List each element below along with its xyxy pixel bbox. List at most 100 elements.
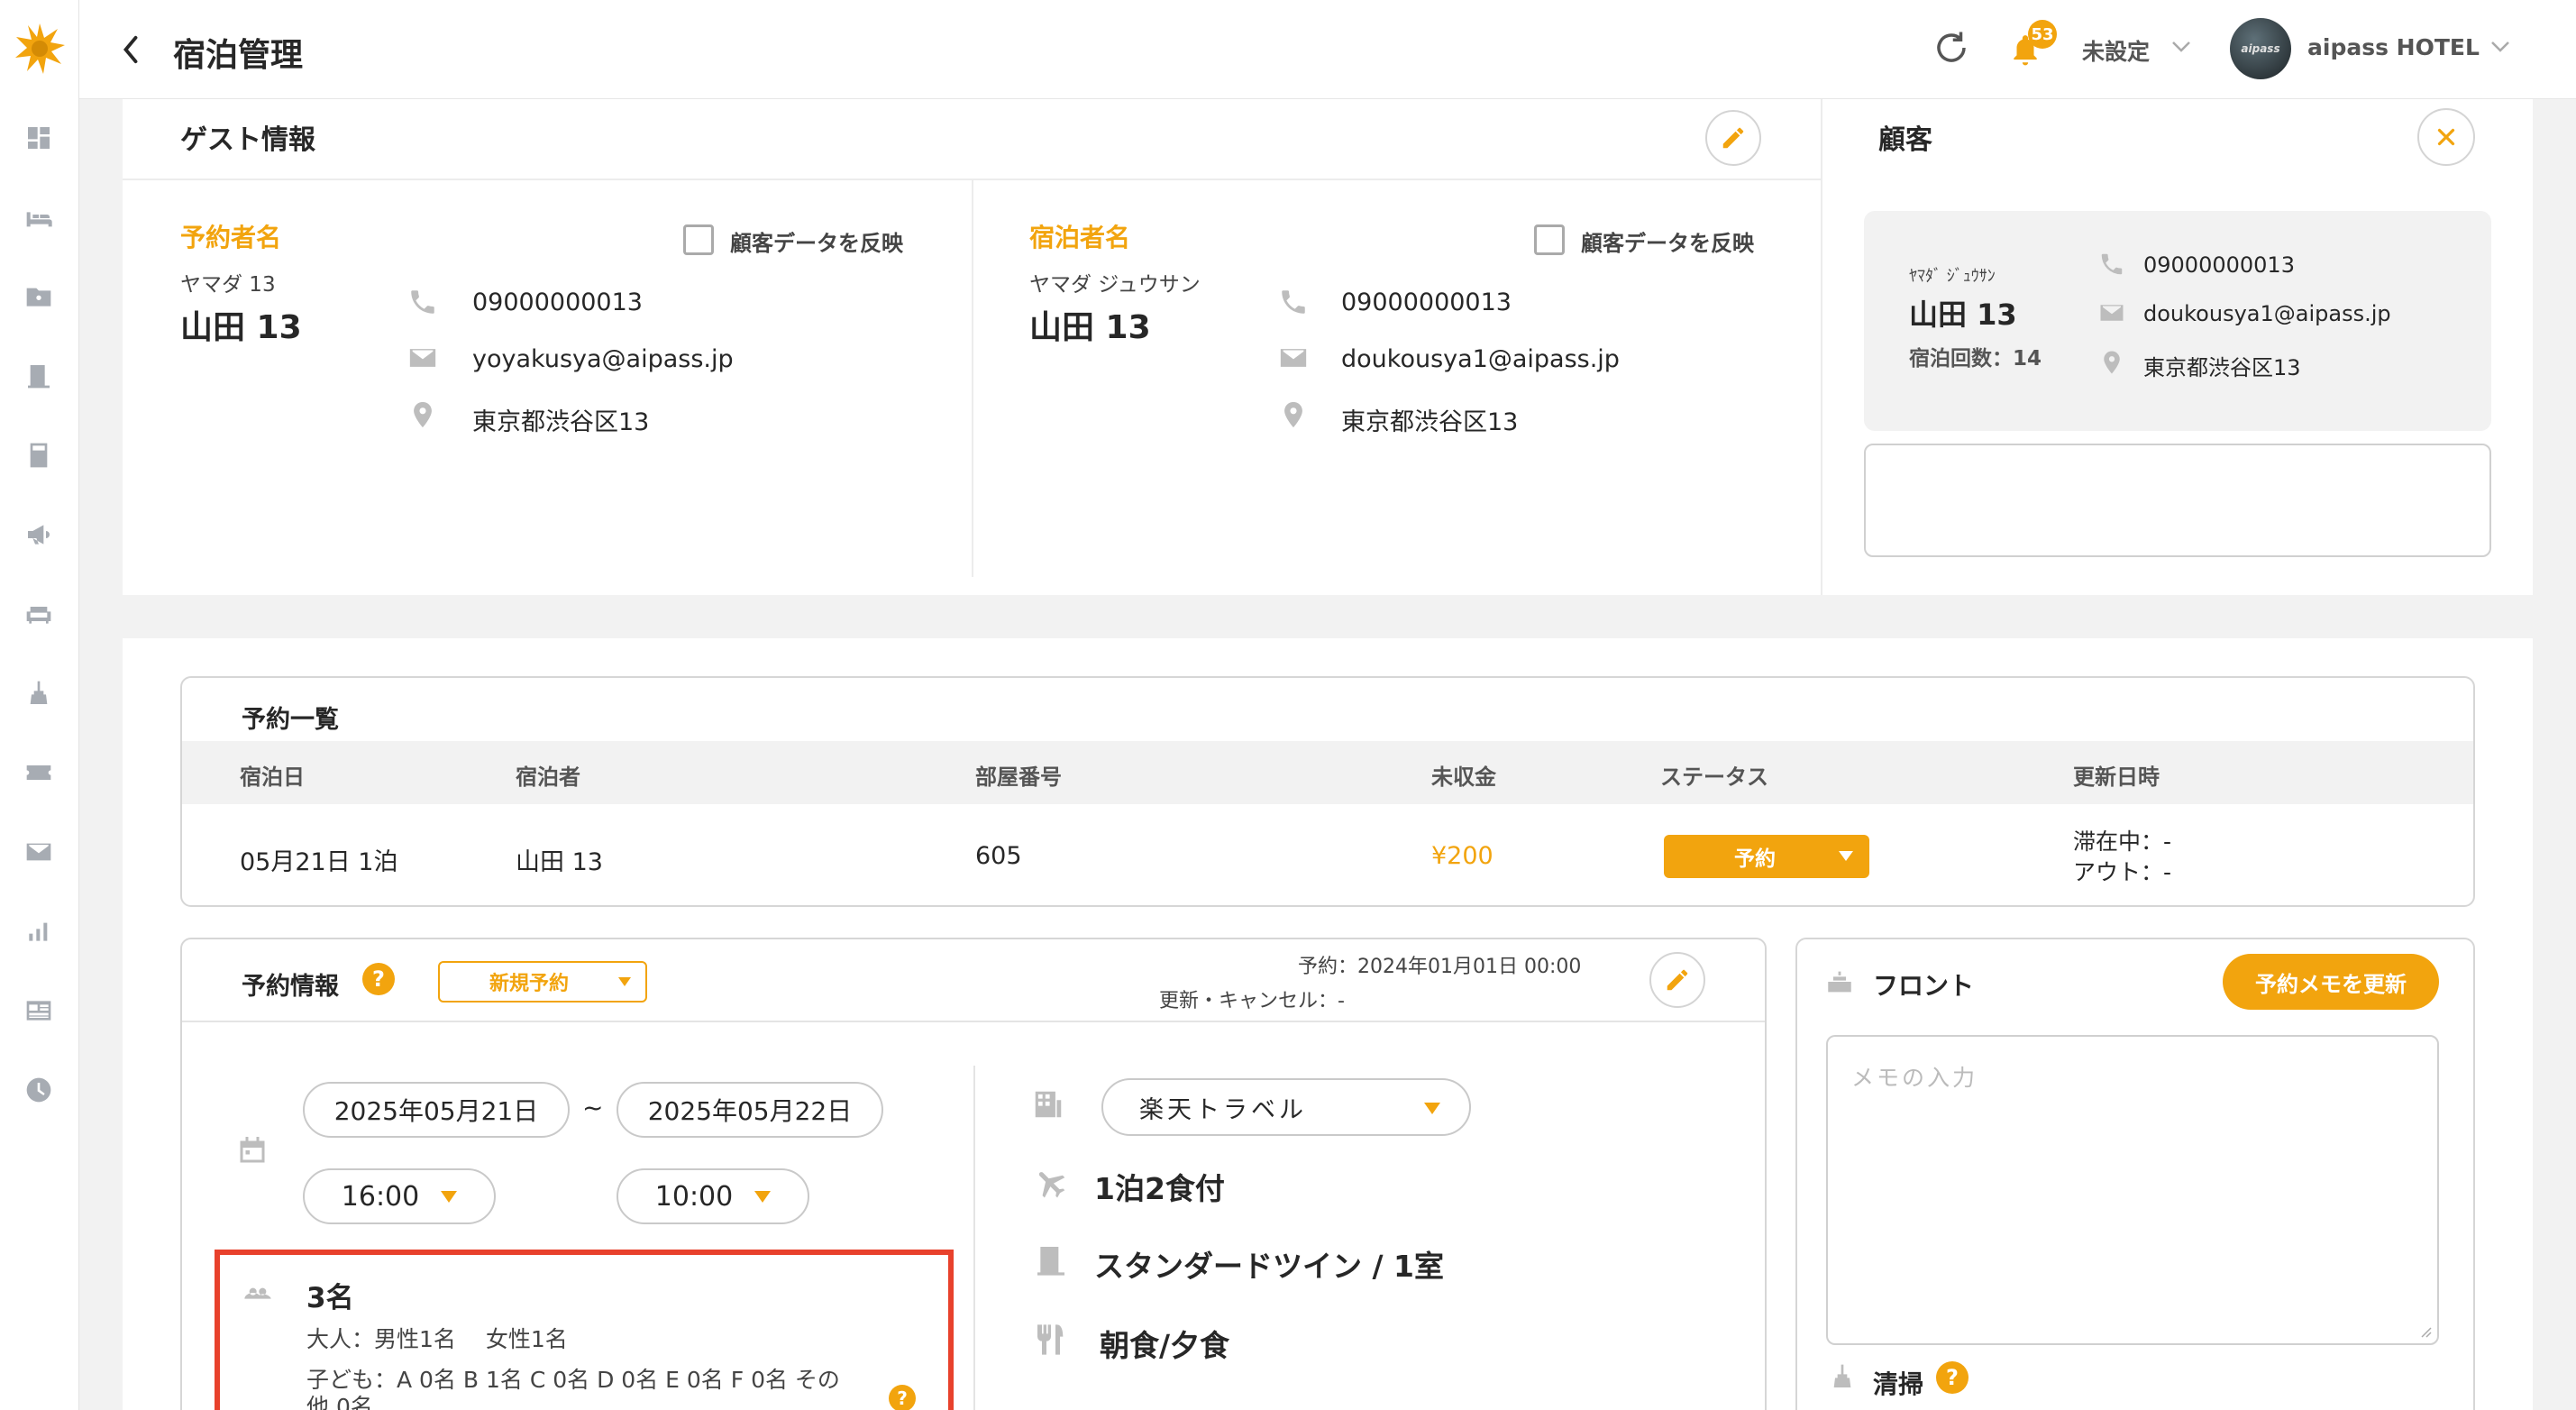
booker-guest-divider [972,180,973,577]
calculator-icon[interactable] [23,440,54,471]
table-row[interactable]: 05月21日 1泊 山田 13 605 ¥200 予約 滞在中：- アウト：- [182,804,2473,905]
dashboard-icon[interactable] [23,123,54,153]
customer-panel-divider [1821,99,1822,595]
checkout-date-picker[interactable]: 2025年05月22日 [617,1082,883,1138]
front-title: フロント [1873,971,1975,1001]
row-checkin-status: 滞在中：- [2073,829,2172,855]
booker-email: yoyakusya@aipass.jp [472,345,734,373]
caret-down-icon [618,977,631,986]
booker-kana: ヤマダ 13 [180,273,276,297]
reservation-info-header-divider [182,1021,1765,1022]
booker-reflect-checkbox[interactable] [683,224,714,255]
help-icon[interactable]: ? [1936,1361,1969,1394]
booker-phone: 09000000013 [472,288,643,316]
notification-badge: 53 [2028,20,2057,49]
bar-chart-icon[interactable] [23,916,54,947]
reservation-list-panel: 予約一覧 宿泊日 宿泊者 部屋番号 未収金 ステータス 更新日時 05月21日 … [180,676,2475,907]
mail-icon [407,343,438,373]
customer-name: 山田 13 [1909,298,2017,332]
guest-reflect-checkbox[interactable] [1534,224,1565,255]
memo-textarea[interactable]: メモの入力 [1826,1035,2439,1345]
cleaning-icon [1828,1361,1857,1392]
setting-dropdown[interactable]: 未設定 [2082,34,2150,67]
chevron-down-icon[interactable] [2489,40,2511,58]
date-range-separator: ~ [582,1093,604,1122]
people-icon [240,1275,276,1304]
reservation-info-panel: 予約情報 ? 新規予約 予約：2024年01月01日 00:00 更新・キャンセ… [180,938,1767,1410]
memo-placeholder: メモの入力 [1851,1065,1978,1091]
help-icon[interactable]: ? [889,1385,916,1410]
guest-info-card: ゲスト情報 予約者名 顧客データを反映 ヤマダ 13 山田 13 0900000… [123,99,2533,595]
guest-folder-icon[interactable] [23,281,54,312]
phone-icon [2098,251,2125,278]
row-checkout-status: アウト：- [2073,859,2172,885]
guest-kana: ヤマダ ジュウサン [1029,273,1201,297]
sidebar [0,0,79,1410]
status-select[interactable]: 予約 [1664,835,1869,878]
chevron-down-icon[interactable] [2170,40,2192,58]
reservation-list-title: 予約一覧 [242,706,339,734]
hotel-avatar[interactable]: aipass [2230,18,2291,79]
caret-down-icon [441,1190,458,1203]
news-icon[interactable] [23,995,54,1026]
mail-icon[interactable] [23,837,54,867]
guest-address: 東京都渋谷区13 [1341,408,1519,436]
column-header: 宿泊者 [516,765,580,790]
bed-icon[interactable] [23,203,54,233]
guest-name: 山田 13 [1029,309,1151,346]
column-header: 更新日時 [2073,765,2160,790]
hotel-name[interactable]: aipass HOTEL [2307,34,2480,60]
meal-type: 朝食/夕食 [1100,1328,1230,1363]
phone-icon [407,287,438,317]
close-customer-button[interactable] [2417,108,2475,166]
edit-guest-button[interactable] [1705,110,1761,166]
back-arrow-icon[interactable] [121,32,148,67]
adult-breakdown: 大人：男性1名 女性1名 [306,1326,568,1352]
logo-icon[interactable] [13,22,67,76]
front-desk-icon [1824,966,1855,997]
booker-address: 東京都渋谷区13 [472,408,650,436]
guest-email: doukousya1@aipass.jp [1341,345,1620,373]
megaphone-icon[interactable] [23,519,54,550]
reservation-type-select[interactable]: 新規予約 [438,961,647,1003]
page-title: 宿泊管理 [173,37,304,74]
reservation-type-label: 新規予約 [489,973,569,995]
column-header: ステータス [1660,765,1768,790]
refresh-icon[interactable] [1932,29,1970,67]
checkin-time-select[interactable]: 16:00 [303,1168,496,1224]
row-guest: 山田 13 [516,848,603,876]
checkout-time-select[interactable]: 10:00 [617,1168,809,1224]
column-header: 未収金 [1431,765,1496,790]
caret-down-icon [1424,1103,1440,1114]
customer-summary-box[interactable]: ﾔﾏﾀﾞ ｼﾞｭｳｻﾝ 山田 13 宿泊回数：14 09000000013 do… [1864,211,2491,431]
building-icon [1031,1087,1065,1122]
channel-select[interactable]: 楽天トラベル [1101,1078,1471,1136]
row-unpaid: ¥200 [1431,842,1494,870]
child-breakdown: 子ども：A 0名 B 1名 C 0名 D 0名 E 0名 F 0名 その他 0名 [306,1367,840,1410]
reservation-card: 予約一覧 宿泊日 宿泊者 部屋番号 未収金 ステータス 更新日時 05月21日 … [123,638,2533,1410]
resize-handle-icon[interactable] [2417,1323,2432,1338]
guest-phone: 09000000013 [1341,288,1512,316]
clock-icon[interactable] [23,1075,54,1105]
door-icon[interactable] [23,361,54,391]
guest-count-box[interactable]: 3名 大人：男性1名 女性1名 子ども：A 0名 B 1名 C 0名 D 0名 … [215,1250,954,1410]
mail-icon [1278,343,1309,373]
booker-reflect-label: 顧客データを反映 [730,231,903,256]
help-icon[interactable]: ? [362,963,395,995]
checkin-date-picker[interactable]: 2025年05月21日 [303,1082,570,1138]
room-type: スタンダードツイン / 1室 [1094,1249,1444,1284]
ticket-icon[interactable] [23,757,54,788]
customer-kana: ﾔﾏﾀﾞ ｼﾞｭｳｻﾝ [1909,267,1996,286]
customer-note-field[interactable] [1864,444,2491,557]
location-pin-icon [2098,348,2125,377]
edit-reservation-button[interactable] [1649,952,1705,1008]
column-header: 部屋番号 [975,765,1062,790]
sofa-icon[interactable] [23,599,54,629]
update-memo-button[interactable]: 予約メモを更新 [2223,954,2439,1010]
status-label: 予約 [1734,847,1776,871]
guest-label: 宿泊者名 [1029,223,1131,252]
pencil-icon [1722,127,1744,149]
updated-at: 更新・キャンセル：- [1159,990,1345,1012]
cleaning-icon[interactable] [23,678,54,709]
customer-title: 顧客 [1878,124,1932,156]
